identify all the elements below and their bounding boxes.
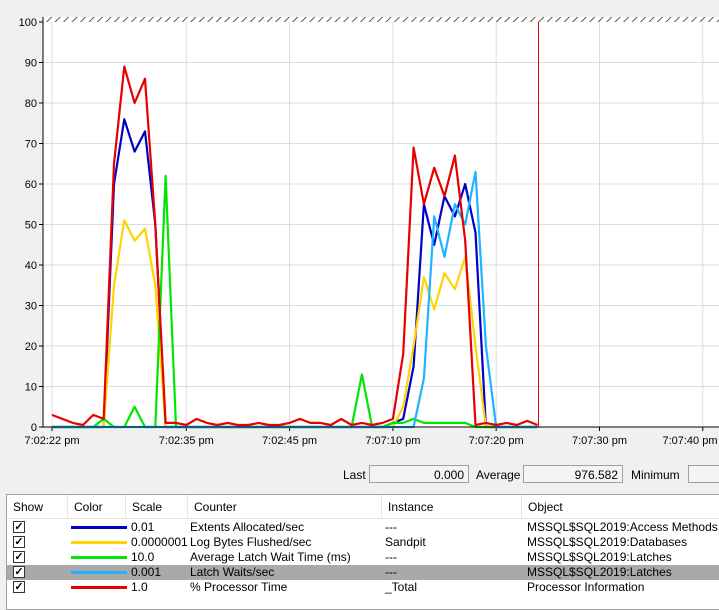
legend-row-selected[interactable]: ✓ 0.001 Latch Waits/sec --- MSSQL$SQL201… [7,565,719,580]
show-checkbox[interactable]: ✓ [13,521,25,533]
minimum-label: Minimum [631,468,680,482]
counter-cell: Latch Waits/sec [190,565,275,579]
object-cell: MSSQL$SQL2019:Latches [527,565,672,579]
counter-cell: Extents Allocated/sec [190,520,305,534]
show-checkbox[interactable]: ✓ [13,566,25,578]
y-tick-label: 10 [25,382,37,394]
x-tick-label: 7:02:35 pm [159,435,214,447]
x-tick-label: 7:02:45 pm [262,435,317,447]
y-tick-label: 80 [25,98,37,110]
legend-header: Show Color Scale Counter Instance Object [7,495,719,519]
x-tick-label: 7:07:20 pm [469,435,524,447]
last-label: Last [343,468,366,482]
minimum-value [688,465,719,483]
y-tick-label: 60 [25,179,37,191]
scale-cell: 1.0 [131,580,148,594]
counter-legend[interactable]: Show Color Scale Counter Instance Object… [6,494,719,610]
last-value: 0.000 [369,465,469,483]
y-tick-label: 30 [25,301,37,313]
object-cell: MSSQL$SQL2019:Latches [527,550,672,564]
instance-cell: --- [385,565,397,579]
show-checkbox[interactable]: ✓ [13,551,25,563]
column-color[interactable]: Color [68,495,126,519]
legend-row[interactable]: ✓ 10.0 Average Latch Wait Time (ms) --- … [7,550,719,565]
stats-bar: Last 0.000 Average 976.582 Minimum [0,464,719,486]
show-checkbox[interactable]: ✓ [13,536,25,548]
instance-cell: --- [385,550,397,564]
counter-cell: Log Bytes Flushed/sec [190,535,312,549]
y-tick-label: 40 [25,260,37,272]
legend-row[interactable]: ✓ 1.0 % Processor Time _Total Processor … [7,580,719,595]
legend-row[interactable]: ✓ 0.01 Extents Allocated/sec --- MSSQL$S… [7,520,719,535]
x-tick-label: 7:07:40 pm [662,435,717,447]
counter-cell: Average Latch Wait Time (ms) [190,550,351,564]
scale-cell: 0.001 [131,565,162,579]
column-counter[interactable]: Counter [188,495,382,519]
plot-top-hatch [43,17,719,22]
instance-cell: --- [385,520,397,534]
performance-chart[interactable]: 1009080706050403020100 7:02:22 pm 7:02:35… [0,0,719,460]
color-swatch [71,541,127,544]
instance-cell: _Total [385,580,418,594]
object-cell: MSSQL$SQL2019:Databases [527,535,688,549]
y-tick-label: 0 [31,422,37,434]
y-tick-label: 50 [25,220,37,232]
color-swatch [71,526,127,529]
scale-cell: 0.0000001 [131,535,188,549]
column-scale[interactable]: Scale [126,495,188,519]
counter-cell: % Processor Time [190,580,288,594]
object-cell: MSSQL$SQL2019:Access Methods [527,520,718,534]
x-tick-label: 7:02:22 pm [24,435,79,447]
scale-cell: 0.01 [131,520,155,534]
scale-cell: 10.0 [131,550,155,564]
average-label: Average [476,468,521,482]
y-tick-label: 90 [25,58,37,70]
column-object[interactable]: Object [522,495,719,519]
y-tick-label: 100 [19,17,37,29]
y-tick-label: 70 [25,139,37,151]
average-value: 976.582 [523,465,623,483]
x-tick-label: 7:07:30 pm [572,435,627,447]
column-show[interactable]: Show [7,495,68,519]
column-instance[interactable]: Instance [382,495,522,519]
color-swatch [71,571,127,574]
object-cell: Processor Information [527,580,645,594]
color-swatch [71,556,127,559]
y-tick-label: 20 [25,341,37,353]
color-swatch [71,586,127,589]
legend-row[interactable]: ✓ 0.0000001 Log Bytes Flushed/sec Sandpi… [7,535,719,550]
instance-cell: Sandpit [385,535,426,549]
show-checkbox[interactable]: ✓ [13,581,25,593]
x-tick-label: 7:07:10 pm [365,435,420,447]
